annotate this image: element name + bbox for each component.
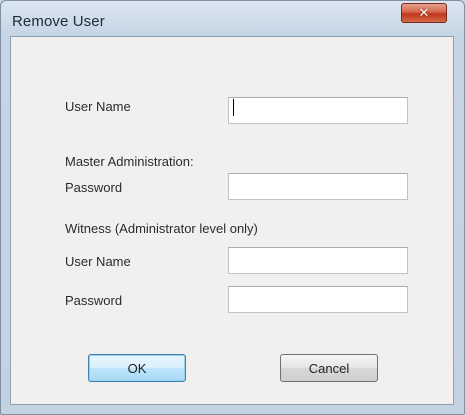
dialog-body: User Name Master Administration: Passwor…	[10, 36, 454, 405]
ok-button[interactable]: OK	[88, 354, 186, 382]
close-icon: ✕	[418, 5, 430, 21]
witness-password-input[interactable]	[228, 286, 408, 313]
remove-user-dialog: Remove User ✕ User Name Master Administr…	[0, 0, 465, 415]
witness-section-label: Witness (Administrator level only)	[65, 221, 258, 236]
witness-user-name-label: User Name	[65, 254, 131, 269]
master-password-label: Password	[65, 180, 123, 195]
witness-password-label: Password	[65, 293, 123, 308]
witness-user-name-input[interactable]	[228, 247, 408, 274]
master-password-input[interactable]	[228, 173, 408, 200]
title-bar[interactable]: Remove User ✕	[1, 1, 464, 37]
cancel-button[interactable]: Cancel	[280, 354, 378, 382]
dialog-title: Remove User	[12, 13, 105, 30]
text-caret	[233, 99, 234, 116]
close-button[interactable]: ✕	[401, 3, 447, 23]
user-name-label: User Name	[65, 99, 131, 114]
master-administration-label: Master Administration:	[65, 154, 194, 169]
user-name-input[interactable]	[228, 97, 408, 124]
